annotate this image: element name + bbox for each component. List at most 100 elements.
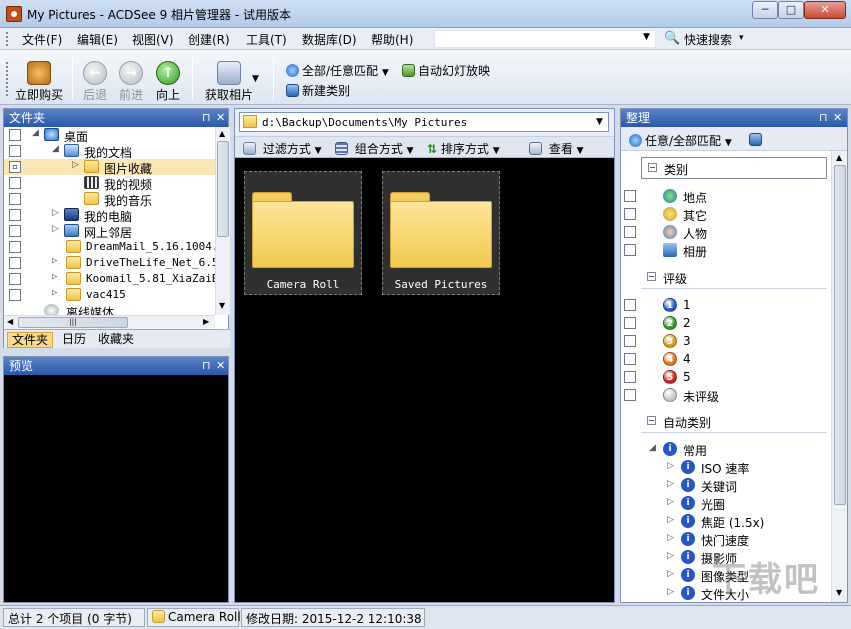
tree-checkbox[interactable] — [9, 225, 21, 237]
auto-slideshow-button[interactable]: 自动幻灯放映 — [402, 62, 490, 79]
rating-checkbox[interactable] — [624, 389, 636, 401]
menu-create[interactable]: 创建(R) — [186, 31, 232, 48]
view-button[interactable]: 查看 ▼ — [529, 140, 584, 157]
category-item[interactable]: 其它 — [621, 205, 831, 223]
expand-arrow-icon[interactable]: ▷ — [72, 160, 79, 170]
expand-arrow-icon[interactable]: ▷ — [667, 479, 674, 489]
tree-item-my-music[interactable]: 我的音乐 — [4, 191, 215, 208]
tree-checkbox[interactable] — [9, 145, 21, 157]
category-item[interactable]: 相册 — [621, 241, 831, 259]
tree-item-folder[interactable]: ▷ vac415 — [4, 287, 215, 303]
rating-item[interactable]: 4 4 — [621, 350, 831, 368]
expand-arrow-icon[interactable]: ◢ — [649, 443, 656, 453]
rating-checkbox[interactable] — [624, 317, 636, 329]
acquire-dropdown-arrow[interactable]: ▼ — [252, 74, 259, 84]
expand-arrow-icon[interactable]: ▷ — [667, 569, 674, 579]
scroll-thumb[interactable]: ||| — [18, 317, 128, 328]
tree-checkbox[interactable] — [9, 289, 21, 301]
tree-item-folder[interactable]: DreamMail_5.16.1004.1 — [4, 239, 215, 255]
pin-icon[interactable]: ⊓ — [819, 109, 828, 127]
menu-file[interactable]: 文件(F) — [20, 31, 64, 48]
scroll-up-icon[interactable]: ▲ — [836, 153, 842, 162]
minimize-button[interactable]: ─ — [752, 1, 778, 19]
tab-calendar[interactable]: 日历 — [58, 332, 90, 348]
group-ratings[interactable]: − 评级 — [641, 267, 827, 289]
panel-close-icon[interactable]: ✕ — [216, 357, 225, 375]
tree-item-desktop[interactable]: ◢ 桌面 — [4, 127, 215, 144]
maximize-button[interactable]: □ — [778, 1, 804, 19]
sort-button[interactable]: ⇅ 排序方式 ▼ — [427, 140, 500, 157]
category-item[interactable]: 人物 — [621, 223, 831, 241]
menu-edit[interactable]: 编辑(E) — [75, 31, 120, 48]
pin-icon[interactable]: ⊓ — [202, 357, 211, 375]
category-item[interactable]: 地点 — [621, 187, 831, 205]
scroll-up-icon[interactable]: ▲ — [219, 129, 225, 138]
auto-category-root[interactable]: ◢ i 常用 — [621, 440, 831, 458]
scroll-thumb[interactable] — [834, 165, 846, 505]
close-button[interactable]: ✕ — [804, 1, 846, 19]
auto-category-item[interactable]: ▷ i 光圈 — [621, 494, 831, 512]
menu-tools[interactable]: 工具(T) — [244, 31, 289, 48]
expand-arrow-icon[interactable]: ▷ — [52, 224, 59, 234]
category-checkbox[interactable] — [624, 208, 636, 220]
tree-item-offline-media[interactable]: 离线媒体 — [4, 303, 215, 315]
tree-checkbox[interactable] — [9, 209, 21, 221]
tree-checkbox[interactable] — [9, 257, 21, 269]
chevron-down-icon[interactable]: ▼ — [596, 117, 603, 127]
folder-tree-horizontal-scrollbar[interactable]: ◀ ||| ▶ — [4, 315, 215, 329]
auto-category-item[interactable]: ▷ i 焦距 (1.5x) — [621, 512, 831, 530]
tab-folders[interactable]: 文件夹 — [7, 332, 54, 348]
buy-now-button[interactable]: 立即购买 — [10, 50, 68, 104]
collapse-icon[interactable]: − — [647, 416, 656, 425]
thumbnail-item[interactable]: Saved Pictures — [382, 171, 500, 295]
new-category-icon[interactable] — [749, 133, 762, 146]
tree-item-folder[interactable]: ▷ Koomail_5.81_XiaZaiBa — [4, 271, 215, 287]
auto-category-item[interactable]: ▷ i 关键词 — [621, 476, 831, 494]
expand-arrow-icon[interactable]: ▷ — [667, 587, 674, 597]
expand-arrow-icon[interactable]: ▷ — [52, 288, 57, 298]
up-button[interactable]: ↑ 向上 — [153, 50, 183, 104]
tree-checkbox[interactable] — [9, 273, 21, 285]
quick-search-button[interactable]: 快速搜索 — [684, 31, 732, 48]
auto-category-item[interactable]: ▷ i 快门速度 — [621, 530, 831, 548]
folder-tree-vertical-scrollbar[interactable]: ▲ ▼ — [215, 127, 230, 315]
tree-checkbox[interactable]: ▫ — [9, 161, 21, 173]
toolbar-grip[interactable] — [6, 62, 9, 96]
tree-checkbox[interactable] — [9, 177, 21, 189]
filter-button[interactable]: 过滤方式 ▼ — [243, 140, 322, 157]
rating-checkbox[interactable] — [624, 335, 636, 347]
expand-arrow-icon[interactable]: ▷ — [667, 551, 674, 561]
group-button[interactable]: 组合方式 ▼ — [335, 140, 414, 157]
rating-item[interactable]: 2 2 — [621, 314, 831, 332]
expand-arrow-icon[interactable]: ▷ — [667, 461, 674, 471]
path-input[interactable]: d:\Backup\Documents\My Pictures ▼ — [239, 112, 609, 132]
menu-view[interactable]: 视图(V) — [130, 31, 176, 48]
acquire-photos-button[interactable]: 获取相片 — [200, 50, 258, 104]
group-auto-categories[interactable]: − 自动类别 — [641, 411, 827, 433]
tree-item-my-pictures[interactable]: ▫ ▷ 图片收藏 — [4, 159, 215, 176]
menu-grip[interactable] — [6, 32, 9, 46]
quick-search-dropdown[interactable]: ▾ — [739, 33, 744, 43]
pin-icon[interactable]: ⊓ — [202, 109, 211, 127]
expand-arrow-icon[interactable]: ◢ — [32, 128, 39, 138]
match-all-button[interactable]: 全部/任意匹配 ▼ — [286, 62, 389, 79]
tree-item-my-videos[interactable]: 我的视频 — [4, 175, 215, 192]
chevron-down-icon[interactable]: ▼ — [643, 32, 650, 42]
expand-arrow-icon[interactable]: ▷ — [52, 272, 57, 282]
category-checkbox[interactable] — [624, 190, 636, 202]
new-category-button[interactable]: 新建类别 — [286, 82, 350, 99]
collapse-icon[interactable]: − — [647, 272, 656, 281]
panel-close-icon[interactable]: ✕ — [833, 109, 842, 127]
expand-arrow-icon[interactable]: ▷ — [667, 515, 674, 525]
rating-checkbox[interactable] — [624, 299, 636, 311]
expand-arrow-icon[interactable]: ◢ — [52, 144, 59, 154]
thumbnail-item[interactable]: Camera Roll — [244, 171, 362, 295]
category-checkbox[interactable] — [624, 226, 636, 238]
tree-item-folder[interactable]: ▷ DriveTheLife_Net_6.5. — [4, 255, 215, 271]
category-checkbox[interactable] — [624, 244, 636, 256]
tree-checkbox[interactable] — [9, 193, 21, 205]
scroll-left-icon[interactable]: ◀ — [7, 317, 13, 326]
tree-item-network[interactable]: ▷ 网上邻居 — [4, 223, 215, 240]
menu-database[interactable]: 数据库(D) — [300, 31, 359, 48]
rating-item[interactable]: 3 3 — [621, 332, 831, 350]
